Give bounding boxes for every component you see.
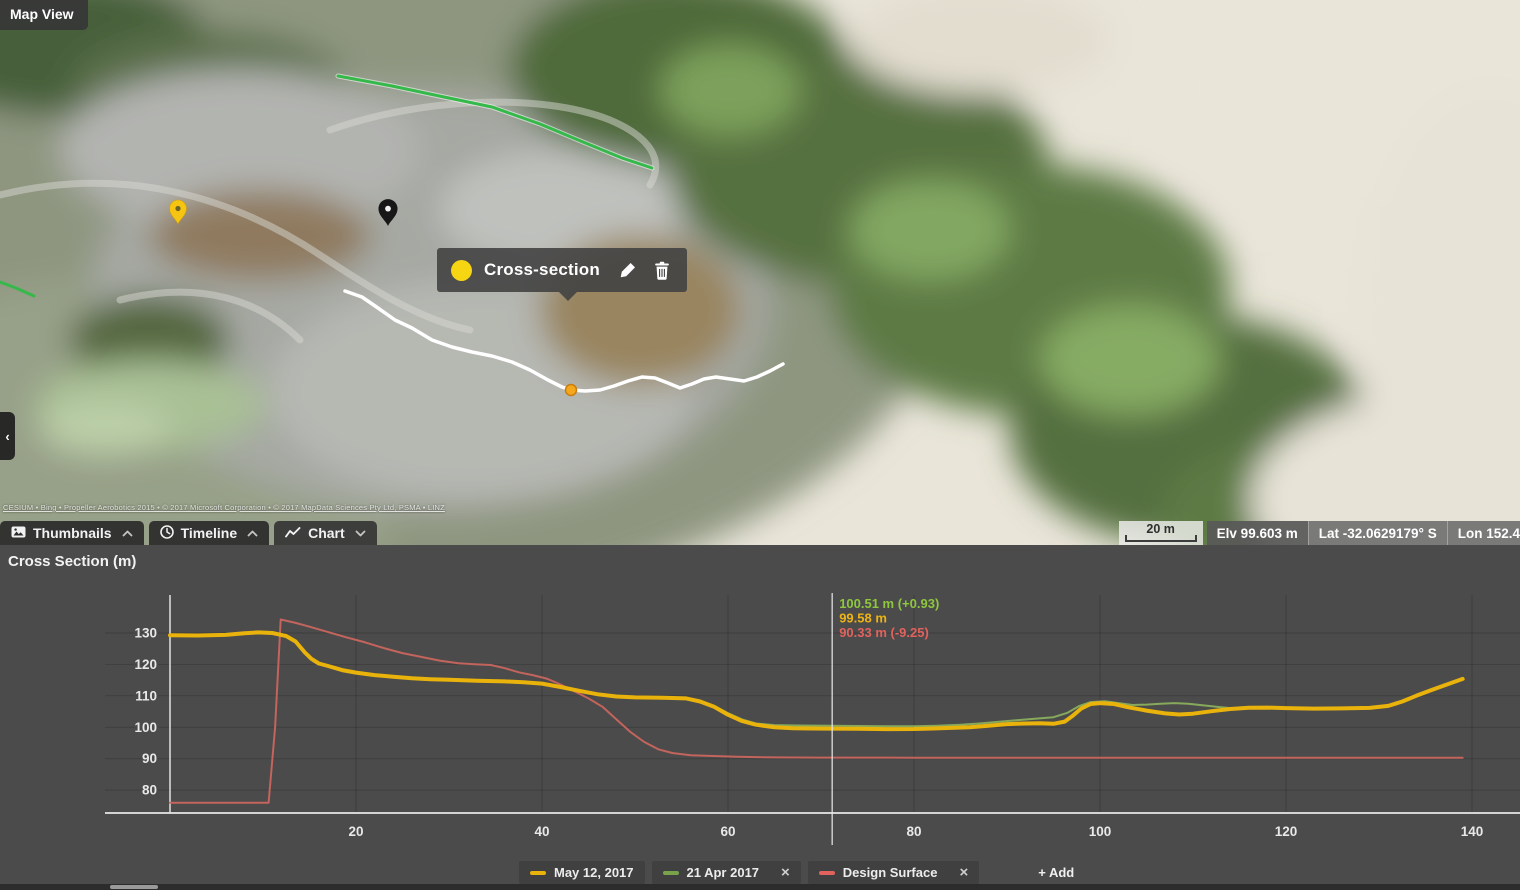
y-tick-label: 80: [142, 783, 157, 798]
close-icon[interactable]: ×: [959, 865, 968, 880]
map-scale: 20 m: [1119, 521, 1203, 545]
terrain-render: [0, 0, 1520, 545]
y-tick-label: 110: [135, 688, 157, 703]
annotation-color-dot: [451, 260, 472, 281]
map-3d-view[interactable]: Map View ‹ CESIUM • Bing • Propeller Aer…: [0, 0, 1520, 545]
legend-item[interactable]: May 12, 2017: [519, 861, 645, 884]
legend-item[interactable]: Design Surface ×: [808, 861, 979, 884]
legend-swatch: [663, 871, 679, 875]
x-tick-label: 20: [348, 824, 363, 839]
elevation-readout: Elv 99.603 m: [1207, 521, 1308, 545]
series-line-design-surface: [170, 620, 1463, 803]
x-tick-label: 120: [1275, 824, 1298, 839]
x-tick-label: 40: [534, 824, 549, 839]
image-icon: [11, 525, 26, 541]
y-tick-label: 120: [134, 657, 157, 672]
crosshair-value-label: 99.58 m: [839, 611, 887, 626]
map-attribution: CESIUM • Bing • Propeller Aerobotics 201…: [3, 503, 445, 512]
add-series-button[interactable]: + Add: [1038, 865, 1074, 880]
x-tick-label: 80: [906, 824, 921, 839]
tab-label: Thumbnails: [33, 525, 112, 541]
x-tick-label: 100: [1089, 824, 1112, 839]
longitude-readout: Lon 152.4: [1447, 521, 1520, 545]
bottom-tabs: Thumbnails Timeline Chart: [0, 521, 377, 545]
latitude-readout: Lat -32.0629179° S: [1308, 521, 1447, 545]
clock-icon: [160, 525, 174, 542]
cross-section-panel: Cross Section (m) 8090100110120130204060…: [0, 545, 1520, 890]
x-tick-label: 60: [720, 824, 735, 839]
tab-timeline[interactable]: Timeline: [149, 521, 270, 545]
tab-label: Timeline: [181, 525, 238, 541]
legend-swatch: [819, 871, 835, 875]
crosshair-value-label: 100.51 m (+0.93): [839, 596, 939, 611]
delete-trash-icon[interactable]: [651, 259, 673, 281]
tab-label: Chart: [308, 525, 345, 541]
chevron-up-icon: [122, 530, 133, 537]
status-bar: 20 m Elv 99.603 m Lat -32.0629179° S Lon…: [1119, 521, 1520, 545]
scale-bar: [1125, 535, 1197, 542]
tab-thumbnails[interactable]: Thumbnails: [0, 521, 144, 545]
cross-section-position-marker: [566, 385, 577, 396]
chevron-left-icon: ‹: [5, 430, 9, 443]
cross-section-chart-svg[interactable]: 80 90 100 110 120 130 20 40 60 80 100 120 140 100.51 …: [0, 545, 1520, 890]
edit-pencil-icon[interactable]: [617, 259, 639, 281]
chart-icon: [285, 525, 301, 541]
series-line-may-12-2017: [170, 632, 1463, 729]
scale-label: 20 m: [1146, 522, 1175, 536]
y-tick-label: 90: [142, 751, 157, 766]
bottom-bar: Thumbnails Timeline Chart 20 m Elv 99.603 …: [0, 521, 1520, 545]
x-tick-label: 140: [1461, 824, 1484, 839]
y-tick-label: 100: [134, 720, 157, 735]
scrollbar-thumb[interactable]: [110, 885, 158, 889]
legend-label: May 12, 2017: [554, 865, 634, 880]
sidebar-collapse-button[interactable]: ‹: [0, 412, 15, 460]
legend-label: 21 Apr 2017: [687, 865, 760, 880]
panel-scrollbar[interactable]: [0, 884, 1520, 890]
map-view-label: Map View: [0, 0, 88, 30]
annotation-tooltip: Cross-section: [437, 248, 687, 292]
chevron-down-icon: [355, 530, 366, 537]
chevron-up-icon: [247, 530, 258, 537]
legend-item[interactable]: 21 Apr 2017 ×: [652, 861, 801, 884]
y-tick-label: 130: [134, 626, 157, 641]
legend-label: Design Surface: [843, 865, 938, 880]
chart-legend: May 12, 2017 21 Apr 2017 × Design Surface × +…: [519, 861, 1074, 884]
crosshair-value-label: 90.33 m (-9.25): [839, 625, 929, 640]
close-icon[interactable]: ×: [781, 865, 790, 880]
annotation-label: Cross-section: [484, 260, 605, 280]
tab-chart[interactable]: Chart: [274, 521, 377, 545]
legend-swatch: [530, 871, 546, 875]
